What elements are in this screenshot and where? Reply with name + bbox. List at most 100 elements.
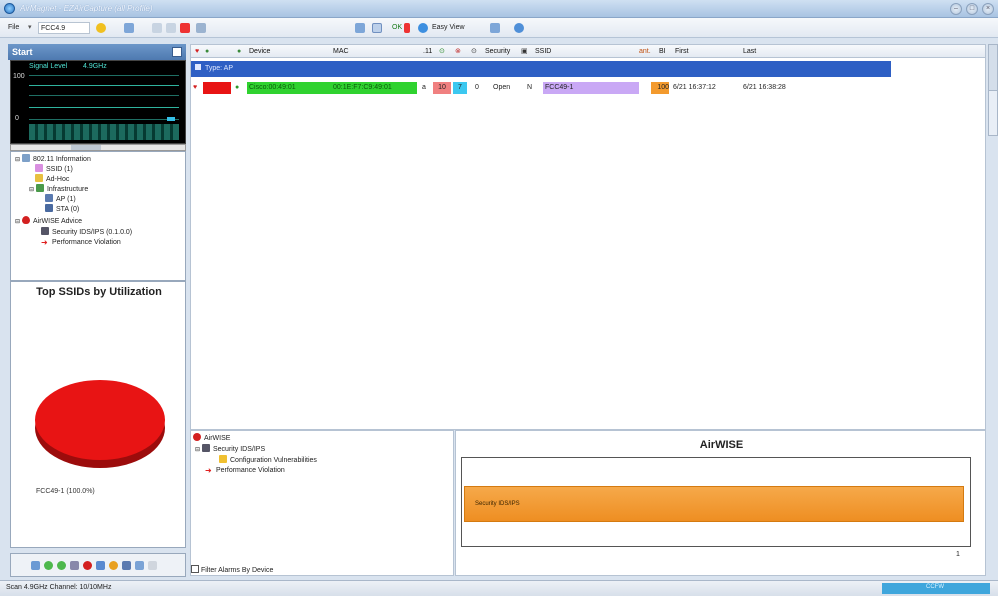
filter-alarms-checkbox-row[interactable]: Filter Alarms By Device xyxy=(191,565,273,575)
cell-channel: 10 xyxy=(433,82,451,94)
stop-icon[interactable] xyxy=(180,23,190,33)
x-tick-label: 1 xyxy=(956,551,960,558)
airwise-config-vuln[interactable]: Configuration Vulnerabilities xyxy=(219,455,317,465)
ssid-pie-chart xyxy=(35,380,165,468)
maximize-button[interactable]: □ xyxy=(966,3,978,15)
channel-view-icon[interactable] xyxy=(57,561,66,570)
status-indicator: CCFW xyxy=(882,583,990,594)
side-tab-1[interactable] xyxy=(989,45,997,91)
minimize-button[interactable]: – xyxy=(950,3,962,15)
tree-item-ap[interactable]: AP (1) xyxy=(45,194,76,204)
security-icon xyxy=(201,444,210,452)
ok-label[interactable]: OK xyxy=(390,22,404,34)
help-icon[interactable] xyxy=(514,23,524,33)
record-icon[interactable] xyxy=(404,23,410,33)
signal-label: Signal Level xyxy=(29,63,68,70)
col-first[interactable]: First xyxy=(675,47,689,57)
tree-item-airwise-advice[interactable]: ⊟ AirWISE Advice xyxy=(15,216,82,226)
green-view-icon[interactable] xyxy=(44,561,53,570)
easy-view-icon[interactable] xyxy=(418,23,428,33)
clock-col-icon: ⊙ xyxy=(471,48,477,55)
tree-label: Performance Violation xyxy=(52,239,121,246)
cell-last: 6/21 16:38:28 xyxy=(743,84,786,91)
col-device[interactable]: Device xyxy=(249,47,270,57)
chart-view-icon[interactable] xyxy=(31,561,40,570)
close-button[interactable]: × xyxy=(982,3,994,15)
report-view-icon[interactable] xyxy=(122,561,131,570)
layout-icon[interactable] xyxy=(196,23,206,33)
channel-icon[interactable] xyxy=(124,23,134,33)
tree-item-infrastructure[interactable]: ⊟ Infrastructure xyxy=(29,184,88,194)
status-text: Scan 4.9GHz Channel: 10/10MHz xyxy=(6,584,112,591)
chart-title: AirWISE xyxy=(699,439,744,451)
sun-icon[interactable] xyxy=(96,23,106,33)
pause-icon[interactable] xyxy=(166,23,176,33)
airwise-view-icon[interactable] xyxy=(83,561,92,570)
tree-label: 802.11 Information xyxy=(32,156,91,163)
tree-item-sta[interactable]: STA (0) xyxy=(45,204,79,214)
signal-level-graph: Signal Level 4.9GHz 100 0 xyxy=(10,60,186,144)
survey-view-icon[interactable] xyxy=(96,561,105,570)
signal-scale-top: 100 xyxy=(13,73,25,80)
active-icon: ● xyxy=(235,84,240,91)
tree-item-adhoc[interactable]: Ad-Hoc xyxy=(35,174,69,184)
col-security[interactable]: Security xyxy=(485,47,510,57)
filter-alarms-checkbox[interactable] xyxy=(191,565,199,573)
col-last[interactable]: Last xyxy=(743,47,756,57)
network-icon xyxy=(21,154,30,162)
play-icon[interactable] xyxy=(152,23,162,33)
col-ant[interactable]: ant. xyxy=(639,47,651,57)
signal-bar xyxy=(167,117,175,121)
collapse-icon[interactable] xyxy=(195,64,201,70)
tree-label: AirWISE xyxy=(204,435,231,442)
col-mac[interactable]: MAC xyxy=(333,47,349,57)
folder-icon xyxy=(219,455,227,463)
group-label: Type: AP xyxy=(205,65,234,72)
signal-band: 4.9GHz xyxy=(83,63,107,70)
file-menu-arrow-icon[interactable]: ▾ xyxy=(26,22,34,34)
start-panel-header[interactable]: Start xyxy=(8,44,186,60)
panel-menu-icon[interactable] xyxy=(172,47,182,57)
tree-item-ssid[interactable]: SSID (1) xyxy=(35,164,73,174)
pie-slice-label: FCC49-1 (100.0%) xyxy=(36,488,95,495)
bar-label: Security IDS/IPS xyxy=(475,501,520,507)
tree-label: Performance Violation xyxy=(216,467,285,474)
airwise-security-ids[interactable]: ⊟ Security IDS/IPS xyxy=(195,444,265,454)
col-bi[interactable]: BI xyxy=(659,47,666,57)
tree-label: STA (0) xyxy=(56,206,80,213)
airwise-performance-violation[interactable]: ➜ Performance Violation xyxy=(205,466,285,476)
channel-select[interactable]: FCC4.9 xyxy=(38,22,90,34)
tree-label: Security IDS/IPS (0.1.0.0) xyxy=(52,229,133,236)
side-tab-2[interactable] xyxy=(989,93,997,135)
filter-icon[interactable] xyxy=(355,23,365,33)
find-view-icon[interactable] xyxy=(109,561,118,570)
scroll-thumb[interactable] xyxy=(71,145,101,150)
easy-view-button[interactable]: Easy View xyxy=(430,22,467,34)
table-row[interactable]: ♥ ● Cisco:00:49:01 00:1E:F7:C9:49:01 a 1… xyxy=(191,82,891,94)
group-row-type-ap[interactable]: Type: AP xyxy=(191,61,891,77)
channel-strip xyxy=(29,124,179,140)
shield-icon: ♥ xyxy=(195,48,200,55)
tree-item-802-11-information[interactable]: ⊟ 802.11 Information xyxy=(15,154,91,164)
toolbar: File ▾ FCC4.9 OK Easy View xyxy=(0,18,998,38)
sta-icon xyxy=(45,204,53,212)
filter-alarms-label: Filter Alarms By Device xyxy=(201,567,274,574)
more-icon[interactable] xyxy=(148,561,157,570)
tree-item-security-ids[interactable]: Security IDS/IPS (0.1.0.0) xyxy=(41,227,132,237)
tools-view-icon[interactable] xyxy=(70,561,79,570)
side-tab-strip[interactable] xyxy=(988,44,998,136)
cell-ssid: FCC49-1 xyxy=(543,82,639,94)
col-ssid[interactable]: SSID xyxy=(535,47,551,57)
lock-col-icon: ▣ xyxy=(521,48,528,55)
settings-view-icon[interactable] xyxy=(135,561,144,570)
security-icon xyxy=(41,227,49,235)
bar-security-ids[interactable]: Security IDS/IPS xyxy=(464,486,964,522)
airwise-root[interactable]: AirWISE xyxy=(193,433,230,443)
col-dot11[interactable]: .11 xyxy=(423,47,432,57)
view-icon[interactable] xyxy=(372,23,382,33)
signal-scrollbar[interactable] xyxy=(10,144,186,151)
file-menu[interactable]: File xyxy=(6,22,21,34)
tree-item-performance-violation[interactable]: ➜ Performance Violation xyxy=(41,238,121,248)
adhoc-icon xyxy=(35,174,43,182)
export-icon[interactable] xyxy=(490,23,500,33)
